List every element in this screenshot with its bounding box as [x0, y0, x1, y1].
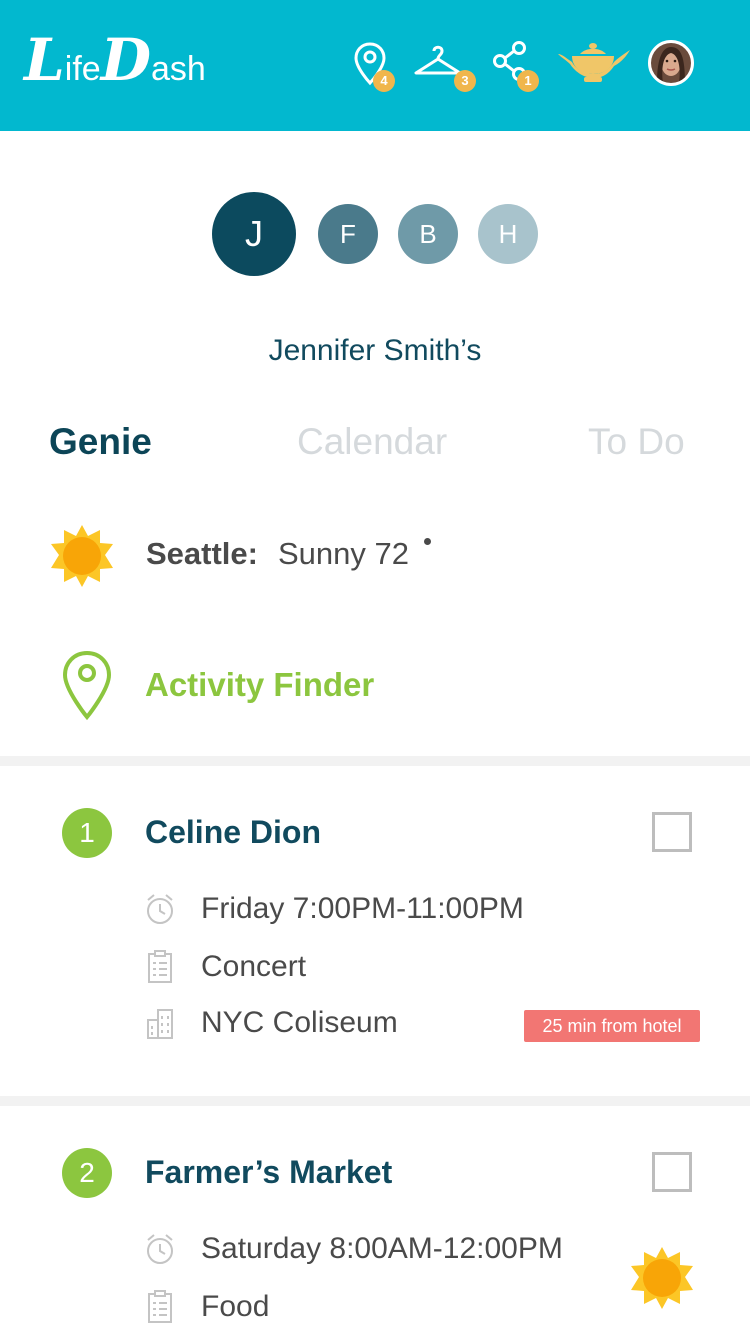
sun-icon [51, 525, 113, 587]
weather-city: Seattle: [146, 536, 258, 571]
weather-row: Seattle: Sunny 72 [0, 522, 750, 592]
activity-time: Saturday 8:00AM-12:00PM [201, 1232, 563, 1265]
weather-condition: Sunny 72 [278, 536, 409, 571]
tab-calendar[interactable]: Calendar [297, 420, 447, 464]
activity-title: Celine Dion [145, 814, 322, 850]
sun-icon [631, 1247, 693, 1309]
logo-letter-l: L [24, 26, 65, 94]
distance-badge: 25 min from hotel [524, 1010, 700, 1042]
activity-number: 1 [62, 808, 112, 858]
alarm-clock-icon [147, 894, 173, 924]
profile-j[interactable]: J [212, 192, 296, 276]
activity-card-2[interactable]: 2 Farmer’s Market Saturday 8:00AM-12:00P… [0, 1106, 750, 1334]
section-divider [0, 756, 750, 766]
tab-to-do[interactable]: To Do [588, 420, 685, 464]
location-pin-button[interactable]: 4 [352, 40, 412, 96]
logo-text-ash: ash [151, 50, 206, 88]
profile-f[interactable]: F [318, 204, 378, 264]
hanger-button[interactable]: 3 [413, 40, 479, 96]
hanger-badge: 3 [454, 70, 476, 92]
degree-symbol [424, 538, 431, 545]
activity-title: Farmer’s Market [145, 1154, 393, 1190]
owner-name: Jennifer Smith’s [268, 334, 482, 367]
profile-b[interactable]: B [398, 204, 458, 264]
genie-lamp-icon [558, 43, 630, 82]
activity-number: 2 [62, 1148, 112, 1198]
genie-lamp-button[interactable] [556, 40, 632, 96]
clipboard-icon [148, 950, 172, 983]
location-badge: 4 [373, 70, 395, 92]
profile-switcher: J F B H [0, 192, 750, 276]
logo-letter-d: D [100, 26, 151, 94]
clipboard-icon [148, 1290, 172, 1323]
activity-checkbox[interactable] [652, 812, 692, 852]
alarm-clock-icon [147, 1234, 173, 1264]
avatar-photo [651, 43, 691, 83]
activity-venue: NYC Coliseum [201, 1006, 398, 1039]
profile-h[interactable]: H [478, 204, 538, 264]
activity-checkbox[interactable] [652, 1152, 692, 1192]
building-icon [147, 1009, 173, 1039]
app-header: LifeDash 4 3 1 [0, 0, 750, 131]
section-divider [0, 1096, 750, 1106]
activity-finder-pin-icon [62, 650, 112, 721]
user-avatar[interactable] [648, 40, 694, 86]
tab-genie[interactable]: Genie [49, 420, 152, 464]
logo-text-ife: ife [64, 50, 101, 88]
activity-category: Food [201, 1290, 270, 1323]
share-button[interactable]: 1 [492, 40, 552, 96]
activity-time: Friday 7:00PM-11:00PM [201, 892, 524, 925]
app-logo[interactable]: LifeDash [24, 28, 206, 101]
share-badge: 1 [517, 70, 539, 92]
activity-finder-link[interactable]: Activity Finder [145, 666, 374, 704]
activity-category: Concert [201, 950, 307, 983]
activity-card-1[interactable]: 1 Celine Dion Friday 7:00PM-11:00PM Conc… [0, 766, 750, 1096]
